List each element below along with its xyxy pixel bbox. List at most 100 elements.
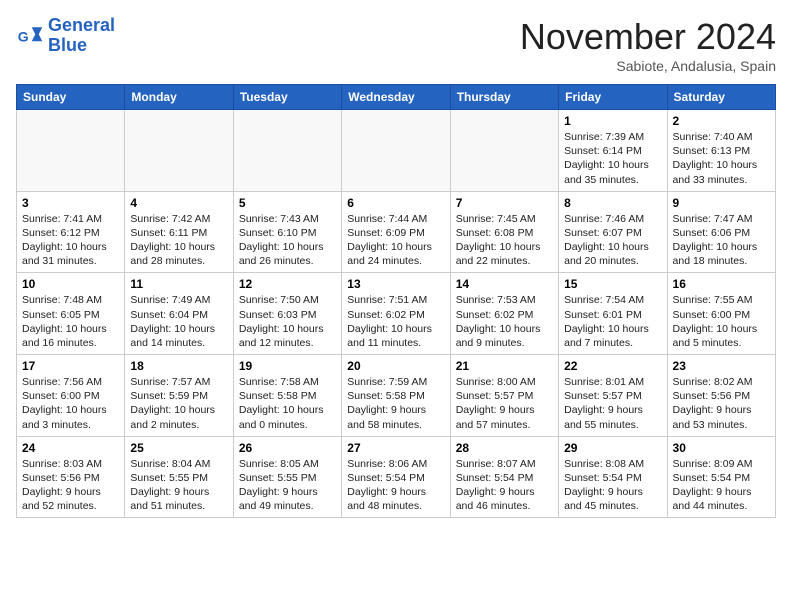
day-info: Sunrise: 7:49 AMSunset: 6:04 PMDaylight:… [130, 293, 227, 350]
day-info: Sunrise: 7:41 AMSunset: 6:12 PMDaylight:… [22, 212, 119, 269]
day-info: Sunrise: 7:54 AMSunset: 6:01 PMDaylight:… [564, 293, 661, 350]
day-number: 29 [564, 441, 661, 455]
calendar-cell [17, 110, 125, 192]
day-info: Sunrise: 8:00 AMSunset: 5:57 PMDaylight:… [456, 375, 553, 432]
day-number: 23 [673, 359, 770, 373]
day-info: Sunrise: 7:46 AMSunset: 6:07 PMDaylight:… [564, 212, 661, 269]
day-info: Sunrise: 7:55 AMSunset: 6:00 PMDaylight:… [673, 293, 770, 350]
day-info: Sunrise: 7:44 AMSunset: 6:09 PMDaylight:… [347, 212, 444, 269]
day-number: 8 [564, 196, 661, 210]
calendar-cell [233, 110, 341, 192]
calendar-cell [342, 110, 450, 192]
calendar-cell: 11Sunrise: 7:49 AMSunset: 6:04 PMDayligh… [125, 273, 233, 355]
day-number: 7 [456, 196, 553, 210]
week-row-3: 10Sunrise: 7:48 AMSunset: 6:05 PMDayligh… [17, 273, 776, 355]
day-info: Sunrise: 7:53 AMSunset: 6:02 PMDaylight:… [456, 293, 553, 350]
calendar-table: SundayMondayTuesdayWednesdayThursdayFrid… [16, 84, 776, 518]
calendar-cell: 10Sunrise: 7:48 AMSunset: 6:05 PMDayligh… [17, 273, 125, 355]
day-number: 22 [564, 359, 661, 373]
calendar-cell: 22 Sunrise: 8:01 AMSunset: 5:57 PMDayligh… [559, 355, 667, 437]
day-info: Sunrise: 7:47 AMSunset: 6:06 PMDaylight:… [673, 212, 770, 269]
calendar-cell: 13 Sunrise: 7:51 AMSunset: 6:02 PMDayligh… [342, 273, 450, 355]
day-number: 26 [239, 441, 336, 455]
day-info: Sunrise: 7:58 AMSunset: 5:58 PMDaylight:… [239, 375, 336, 432]
day-info: Sunrise: 8:01 AMSunset: 5:57 PMDaylight:… [564, 375, 661, 432]
calendar-cell: 28 Sunrise: 8:07 AMSunset: 5:54 PMDayligh… [450, 436, 558, 518]
page-header: G General Blue November 2024 Sabiote, An… [16, 16, 776, 74]
weekday-wednesday: Wednesday [342, 85, 450, 110]
calendar-cell: 19 Sunrise: 7:58 AMSunset: 5:58 PMDayligh… [233, 355, 341, 437]
calendar-cell: 24Sunrise: 8:03 AMSunset: 5:56 PMDayligh… [17, 436, 125, 518]
day-number: 4 [130, 196, 227, 210]
calendar-cell: 12 Sunrise: 7:50 AMSunset: 6:03 PMDayligh… [233, 273, 341, 355]
day-number: 28 [456, 441, 553, 455]
day-info: Sunrise: 7:42 AMSunset: 6:11 PMDaylight:… [130, 212, 227, 269]
day-info: Sunrise: 8:06 AMSunset: 5:54 PMDaylight:… [347, 457, 444, 514]
calendar-cell [125, 110, 233, 192]
day-number: 25 [130, 441, 227, 455]
day-number: 2 [673, 114, 770, 128]
calendar-cell: 18Sunrise: 7:57 AMSunset: 5:59 PMDayligh… [125, 355, 233, 437]
week-row-1: 1 Sunrise: 7:39 AMSunset: 6:14 PMDaylight… [17, 110, 776, 192]
calendar-cell: 25 Sunrise: 8:04 AMSunset: 5:55 PMDayligh… [125, 436, 233, 518]
day-number: 24 [22, 441, 119, 455]
calendar-cell: 2 Sunrise: 7:40 AMSunset: 6:13 PMDaylight… [667, 110, 775, 192]
weekday-sunday: Sunday [17, 85, 125, 110]
weekday-monday: Monday [125, 85, 233, 110]
calendar-cell: 8 Sunrise: 7:46 AMSunset: 6:07 PMDaylight… [559, 191, 667, 273]
calendar-body: 1 Sunrise: 7:39 AMSunset: 6:14 PMDaylight… [17, 110, 776, 518]
day-info: Sunrise: 7:39 AMSunset: 6:14 PMDaylight:… [564, 130, 661, 187]
calendar-cell: 1 Sunrise: 7:39 AMSunset: 6:14 PMDaylight… [559, 110, 667, 192]
day-info: Sunrise: 8:07 AMSunset: 5:54 PMDaylight:… [456, 457, 553, 514]
day-info: Sunrise: 7:59 AMSunset: 5:58 PMDaylight:… [347, 375, 444, 432]
day-number: 13 [347, 277, 444, 291]
calendar-cell: 15 Sunrise: 7:54 AMSunset: 6:01 PMDayligh… [559, 273, 667, 355]
day-number: 6 [347, 196, 444, 210]
location: Sabiote, Andalusia, Spain [520, 58, 776, 74]
calendar-cell: 29Sunrise: 8:08 AMSunset: 5:54 PMDayligh… [559, 436, 667, 518]
day-info: Sunrise: 7:51 AMSunset: 6:02 PMDaylight:… [347, 293, 444, 350]
weekday-saturday: Saturday [667, 85, 775, 110]
week-row-4: 17 Sunrise: 7:56 AMSunset: 6:00 PMDayligh… [17, 355, 776, 437]
svg-text:G: G [18, 28, 29, 44]
month-title: November 2024 [520, 16, 776, 58]
calendar-cell [450, 110, 558, 192]
week-row-5: 24Sunrise: 8:03 AMSunset: 5:56 PMDayligh… [17, 436, 776, 518]
calendar-cell: 21 Sunrise: 8:00 AMSunset: 5:57 PMDayligh… [450, 355, 558, 437]
day-info: Sunrise: 8:04 AMSunset: 5:55 PMDaylight:… [130, 457, 227, 514]
day-info: Sunrise: 7:56 AMSunset: 6:00 PMDaylight:… [22, 375, 119, 432]
day-info: Sunrise: 7:43 AMSunset: 6:10 PMDaylight:… [239, 212, 336, 269]
day-number: 5 [239, 196, 336, 210]
day-number: 15 [564, 277, 661, 291]
calendar-cell: 26 Sunrise: 8:05 AMSunset: 5:55 PMDayligh… [233, 436, 341, 518]
logo-icon: G [16, 22, 44, 50]
day-number: 17 [22, 359, 119, 373]
calendar-cell: 9Sunrise: 7:47 AMSunset: 6:06 PMDaylight… [667, 191, 775, 273]
day-number: 21 [456, 359, 553, 373]
calendar-cell: 27Sunrise: 8:06 AMSunset: 5:54 PMDayligh… [342, 436, 450, 518]
day-info: Sunrise: 8:05 AMSunset: 5:55 PMDaylight:… [239, 457, 336, 514]
weekday-friday: Friday [559, 85, 667, 110]
day-info: Sunrise: 7:40 AMSunset: 6:13 PMDaylight:… [673, 130, 770, 187]
calendar-cell: 30 Sunrise: 8:09 AMSunset: 5:54 PMDayligh… [667, 436, 775, 518]
day-info: Sunrise: 7:45 AMSunset: 6:08 PMDaylight:… [456, 212, 553, 269]
day-info: Sunrise: 7:50 AMSunset: 6:03 PMDaylight:… [239, 293, 336, 350]
week-row-2: 3 Sunrise: 7:41 AMSunset: 6:12 PMDaylight… [17, 191, 776, 273]
day-info: Sunrise: 8:02 AMSunset: 5:56 PMDaylight:… [673, 375, 770, 432]
day-info: Sunrise: 8:09 AMSunset: 5:54 PMDaylight:… [673, 457, 770, 514]
calendar-cell: 3 Sunrise: 7:41 AMSunset: 6:12 PMDaylight… [17, 191, 125, 273]
day-info: Sunrise: 7:48 AMSunset: 6:05 PMDaylight:… [22, 293, 119, 350]
weekday-thursday: Thursday [450, 85, 558, 110]
day-number: 1 [564, 114, 661, 128]
calendar-cell: 16Sunrise: 7:55 AMSunset: 6:00 PMDayligh… [667, 273, 775, 355]
title-block: November 2024 Sabiote, Andalusia, Spain [520, 16, 776, 74]
calendar-header: SundayMondayTuesdayWednesdayThursdayFrid… [17, 85, 776, 110]
day-number: 14 [456, 277, 553, 291]
day-number: 18 [130, 359, 227, 373]
day-number: 30 [673, 441, 770, 455]
day-number: 3 [22, 196, 119, 210]
day-number: 12 [239, 277, 336, 291]
calendar-cell: 17 Sunrise: 7:56 AMSunset: 6:00 PMDayligh… [17, 355, 125, 437]
day-number: 19 [239, 359, 336, 373]
calendar-cell: 20Sunrise: 7:59 AMSunset: 5:58 PMDayligh… [342, 355, 450, 437]
